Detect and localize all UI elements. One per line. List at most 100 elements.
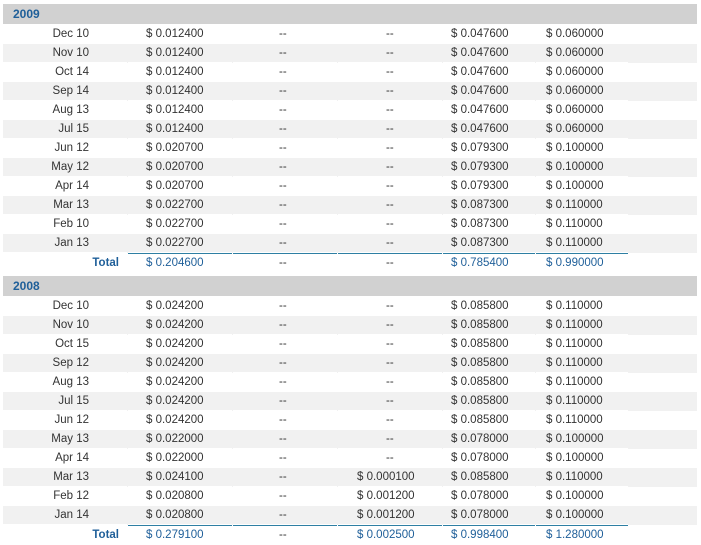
table-cell: $ 0.047600 — [443, 63, 535, 82]
cell-text: $ 0.047600 — [451, 123, 509, 135]
table-cell: $ 0.085800 — [443, 373, 535, 392]
table-cell: $ 0.110000 — [536, 196, 628, 215]
table-cell: $ 0.020700 — [128, 177, 232, 196]
cell-text: $ 0.047600 — [451, 104, 509, 116]
table-row: Nov 10 $ 0.012400 -- -- $ 0.047600 $ 0.060000 — [3, 44, 697, 63]
table-cell: $ 0.078000 — [443, 449, 535, 468]
table-cell: -- — [338, 158, 442, 177]
cell-text: $ 0.078000 — [451, 490, 509, 502]
table-cell: Jan 14 — [3, 506, 127, 525]
table-cell: $ 0.024200 — [128, 316, 232, 335]
table-cell: $ 0.022700 — [128, 215, 232, 234]
cell-text: $ 0.060000 — [546, 104, 604, 116]
cell-text: -- — [386, 257, 394, 269]
table-cell: -- — [233, 373, 337, 392]
table-row: Dec 10 $ 0.012400 -- -- $ 0.047600 $ 0.060000 — [3, 25, 697, 44]
cell-text: -- — [279, 28, 287, 40]
cell-text: -- — [279, 257, 287, 269]
table-cell: -- — [338, 234, 442, 253]
cell-text: -- — [386, 123, 394, 135]
cell-text: $ 0.110000 — [546, 237, 603, 249]
cell-text: Dec 10 — [52, 300, 89, 312]
table-cell: $ 0.001200 — [338, 487, 442, 506]
table-cell: -- — [338, 120, 442, 139]
table-cell: $ 0.085800 — [443, 468, 535, 487]
year-label: 2009 — [13, 7, 40, 21]
table-cell: $ 0.110000 — [536, 335, 628, 354]
table-cell: -- — [233, 335, 337, 354]
table-cell: -- — [338, 101, 442, 120]
cell-text: $ 0.020800 — [146, 490, 204, 502]
table-row: Apr 14 $ 0.020700 -- -- $ 0.079300 $ 0.100000 — [3, 177, 697, 196]
table-cell: $ 0.085800 — [443, 316, 535, 335]
table-row: Dec 10 $ 0.024200 -- -- $ 0.085800 $ 0.110000 — [3, 297, 697, 316]
table-cell: $ 0.060000 — [536, 25, 628, 44]
table-cell: -- — [338, 177, 442, 196]
table-cell: -- — [338, 392, 442, 411]
cell-text: $ 0.060000 — [546, 123, 604, 135]
cell-text: $ 0.002500 — [357, 529, 415, 541]
table-cell: $ 0.002500 — [338, 526, 442, 544]
table-row: Sep 12 $ 0.024200 -- -- $ 0.085800 $ 0.110000 — [3, 354, 697, 373]
cell-text: -- — [279, 180, 287, 192]
table-cell: -- — [233, 44, 337, 63]
table-cell: $ 0.990000 — [536, 254, 628, 272]
cell-text: -- — [279, 199, 287, 211]
table-cell: $ 0.012400 — [128, 120, 232, 139]
cell-text: Dec 10 — [52, 28, 89, 40]
cell-text: $ 0.060000 — [546, 85, 604, 97]
table-cell: Jul 15 — [3, 392, 127, 411]
cell-text: -- — [279, 85, 287, 97]
table-row: Aug 13 $ 0.024200 -- -- $ 0.085800 $ 0.110000 — [3, 373, 697, 392]
cell-text: -- — [386, 237, 394, 249]
cell-text: $ 0.024100 — [146, 471, 204, 483]
table-cell: $ 0.100000 — [536, 139, 628, 158]
table-cell: $ 0.204600 — [128, 254, 232, 272]
cell-text: -- — [386, 199, 394, 211]
cell-text: Total — [92, 529, 119, 541]
table-cell: $ 0.047600 — [443, 101, 535, 120]
cell-text: $ 0.100000 — [546, 509, 604, 521]
cell-text: $ 0.020700 — [146, 180, 204, 192]
cell-text: -- — [386, 218, 394, 230]
table-cell: -- — [233, 411, 337, 430]
cell-text: -- — [386, 104, 394, 116]
table-cell: $ 0.022000 — [128, 449, 232, 468]
year-header-2009: 2009 — [3, 4, 697, 24]
cell-text: $ 0.047600 — [451, 47, 509, 59]
cell-text: -- — [279, 338, 287, 350]
table-cell: $ 0.012400 — [128, 63, 232, 82]
cell-text: $ 0.100000 — [546, 161, 604, 173]
cell-text: Sep 14 — [52, 85, 89, 97]
table-cell: $ 0.085800 — [443, 354, 535, 373]
cell-text: -- — [279, 357, 287, 369]
cell-text: $ 0.024200 — [146, 414, 204, 426]
table-cell: $ 0.060000 — [536, 120, 628, 139]
table-cell: $ 0.110000 — [536, 215, 628, 234]
table-row: Mar 13 $ 0.024100 -- $ 0.000100 $ 0.085800 $ … — [3, 468, 697, 487]
table-cell: -- — [338, 215, 442, 234]
cell-text: $ 0.024200 — [146, 319, 204, 331]
table-row: Jan 14 $ 0.020800 -- $ 0.001200 $ 0.078000 $ … — [3, 506, 697, 525]
cell-text: $ 0.000100 — [357, 471, 415, 483]
table-cell: $ 0.024100 — [128, 468, 232, 487]
cell-text: -- — [279, 104, 287, 116]
cell-text: $ 0.078000 — [451, 509, 509, 521]
table-row: May 12 $ 0.020700 -- -- $ 0.079300 $ 0.100000 — [3, 158, 697, 177]
table-cell: $ 0.110000 — [536, 411, 628, 430]
table-cell: $ 0.079300 — [443, 158, 535, 177]
table-row: Oct 15 $ 0.024200 -- -- $ 0.085800 $ 0.110000 — [3, 335, 697, 354]
table-cell: $ 0.001200 — [338, 506, 442, 525]
table-cell: -- — [233, 506, 337, 525]
table-cell: $ 0.079300 — [443, 177, 535, 196]
cell-text: Total — [92, 257, 119, 269]
cell-text: $ 0.085800 — [451, 376, 509, 388]
cell-text: $ 0.110000 — [546, 218, 603, 230]
table-cell: -- — [338, 63, 442, 82]
cell-text: -- — [386, 85, 394, 97]
table-cell: -- — [233, 120, 337, 139]
cell-text: $ 1.280000 — [546, 529, 604, 541]
table-cell: $ 0.100000 — [536, 177, 628, 196]
table-cell: -- — [338, 335, 442, 354]
table-cell: $ 0.024200 — [128, 392, 232, 411]
